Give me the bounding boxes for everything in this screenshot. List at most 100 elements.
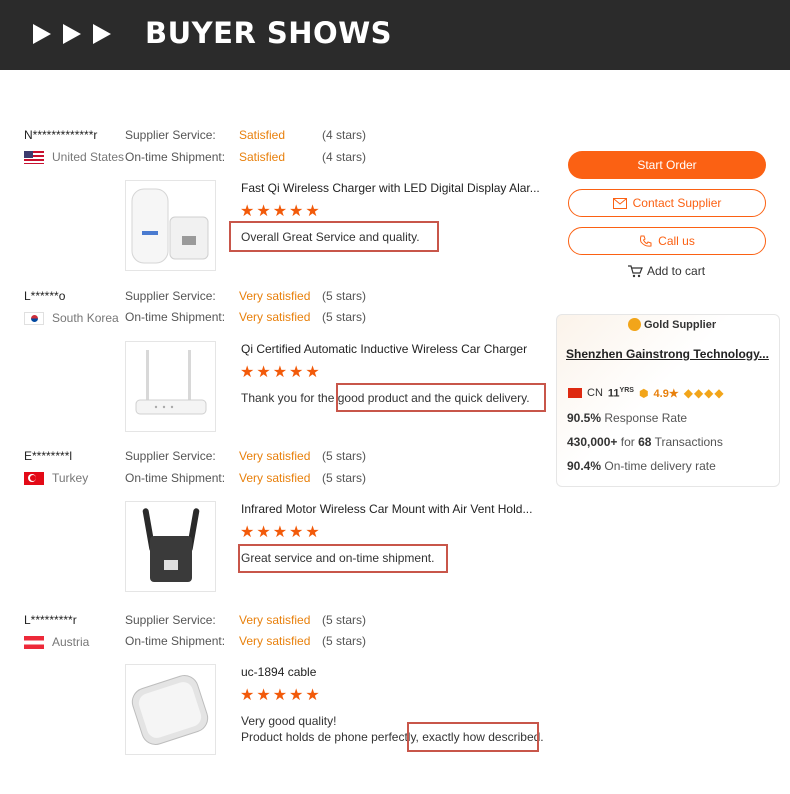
ontime-rate: 90.4% On-time delivery rate	[567, 459, 716, 473]
rating-stars-text: (4 stars)	[322, 150, 367, 164]
page-title: BUYER SHOWS	[145, 16, 393, 50]
rating-label: Supplier Service:	[125, 289, 216, 303]
tr-flag-icon	[24, 471, 44, 485]
rating-value: Satisfied	[239, 150, 286, 164]
rating-value: Very satisfied	[239, 310, 311, 324]
us-flag-icon	[24, 150, 44, 164]
rating-stars-text: (5 stars)	[322, 289, 367, 303]
cn-flag-icon	[568, 388, 582, 398]
rating-value: Very satisfied	[239, 471, 311, 485]
rating-stars-text: (4 stars)	[322, 128, 367, 142]
add-to-cart-button[interactable]: Add to cart	[628, 264, 705, 278]
years-badge: 11YRS	[607, 386, 634, 400]
rating-stars-text: (5 stars)	[322, 634, 367, 648]
star-icon: ★	[289, 687, 304, 704]
country-label: Austria	[52, 635, 90, 649]
rating-value: Very satisfied	[239, 613, 311, 627]
star-icon: ★	[305, 364, 320, 381]
diamond-rating-icon: ◆◆◆◆	[683, 386, 725, 400]
star-rating: ★ ★ ★ ★ ★	[240, 365, 320, 381]
mail-icon	[612, 197, 627, 209]
rating-label: On-time Shipment:	[125, 310, 226, 324]
star-icon: ★	[256, 524, 271, 541]
star-icon: ★	[305, 687, 320, 704]
rating-label: Supplier Service:	[125, 449, 216, 463]
star-icon: ★	[240, 364, 255, 381]
country-code: CN	[587, 387, 603, 399]
supplier-company-link[interactable]: Shenzhen Gainstrong Technology...	[566, 347, 769, 361]
call-us-button[interactable]: Call us	[568, 227, 766, 255]
product-image[interactable]	[125, 180, 216, 271]
rating-label: On-time Shipment:	[125, 471, 226, 485]
rating-label: Supplier Service:	[125, 128, 216, 142]
star-icon: ★	[305, 524, 320, 541]
response-rate: 90.5% Response Rate	[567, 411, 688, 425]
contact-supplier-button[interactable]: Contact Supplier	[568, 189, 766, 217]
transactions: 430,000+ for 68 Transactions	[567, 435, 723, 449]
supplier-service-row: Supplier Service: Very satisfied (5 star…	[125, 613, 366, 627]
star-icon: ★	[289, 524, 304, 541]
buyer-name: L******o	[24, 289, 66, 303]
country-label: South Korea	[52, 311, 119, 325]
rating-stars-text: (5 stars)	[322, 310, 367, 324]
star-icon: ★	[240, 203, 255, 220]
product-image[interactable]	[125, 501, 216, 592]
country-label: United States	[52, 150, 125, 164]
review-item: E********l Turkey Supplier Service: Very…	[0, 449, 560, 594]
star-icon: ★	[240, 687, 255, 704]
star-icon: ★	[240, 524, 255, 541]
rating-label: On-time Shipment:	[125, 634, 226, 648]
buyer-name: E********l	[24, 449, 73, 463]
verified-icon: ⬢	[638, 387, 649, 400]
buyer-country: Austria	[24, 635, 89, 649]
star-icon: ★	[272, 203, 288, 220]
highlight-box	[229, 221, 439, 252]
rating-value: Very satisfied	[239, 449, 311, 463]
buyer-name: N*************r	[24, 128, 98, 142]
rating-label: On-time Shipment:	[125, 150, 226, 164]
product-title[interactable]: uc-1894 cable	[241, 665, 546, 679]
review-item: N*************r United States Supplier S…	[0, 128, 560, 273]
product-title[interactable]: Infrared Motor Wireless Car Mount with A…	[241, 502, 546, 516]
phone-icon	[640, 235, 652, 247]
buyer-country: Turkey	[24, 471, 88, 485]
star-icon: ★	[256, 203, 271, 220]
header-banner: BUYER SHOWS	[0, 0, 790, 70]
supplier-card: Gold Supplier Shenzhen Gainstrong Techno…	[556, 314, 780, 487]
star-rating: ★ ★ ★ ★ ★	[240, 688, 320, 704]
star-icon: ★	[256, 364, 271, 381]
gold-supplier-badge: Gold Supplier	[628, 318, 716, 331]
star-icon: ★	[272, 364, 288, 381]
star-icon: ★	[272, 524, 288, 541]
star-icon: ★	[289, 203, 304, 220]
star-icon: ★	[289, 364, 304, 381]
shipment-row: On-time Shipment: Satisfied (4 stars)	[125, 150, 366, 164]
highlight-box	[336, 383, 546, 412]
review-item: L*********r Austria Supplier Service: Ve…	[0, 613, 560, 763]
rating-value: Satisfied	[239, 128, 286, 142]
rating-label: Supplier Service:	[125, 613, 216, 627]
product-title[interactable]: Fast Qi Wireless Charger with LED Digita…	[241, 181, 546, 195]
shipment-row: On-time Shipment: Very satisfied (5 star…	[125, 471, 366, 485]
star-icon: ★	[272, 687, 288, 704]
supplier-service-row: Supplier Service: Very satisfied (5 star…	[125, 289, 366, 303]
buyer-name: L*********r	[24, 613, 77, 627]
buyer-country: United States	[24, 150, 124, 164]
product-image[interactable]	[125, 341, 216, 432]
rating-value: Very satisfied	[239, 289, 311, 303]
star-rating: ★ ★ ★ ★ ★	[240, 525, 320, 541]
at-flag-icon	[24, 635, 44, 649]
product-title[interactable]: Qi Certified Automatic Inductive Wireles…	[241, 342, 546, 356]
product-image[interactable]	[125, 664, 216, 755]
arrows-icon	[33, 24, 111, 46]
country-label: Turkey	[52, 471, 89, 485]
star-icon: ★	[256, 687, 271, 704]
star-rating: ★ ★ ★ ★ ★	[240, 204, 320, 220]
shipment-row: On-time Shipment: Very satisfied (5 star…	[125, 310, 366, 324]
start-order-button[interactable]: Start Order	[568, 151, 766, 179]
gold-medal-icon	[628, 318, 641, 331]
supplier-service-row: Supplier Service: Very satisfied (5 star…	[125, 449, 366, 463]
rating-stars-text: (5 stars)	[322, 471, 367, 485]
supplier-service-row: Supplier Service: Satisfied (4 stars)	[125, 128, 366, 142]
rating-value: Very satisfied	[239, 634, 311, 648]
